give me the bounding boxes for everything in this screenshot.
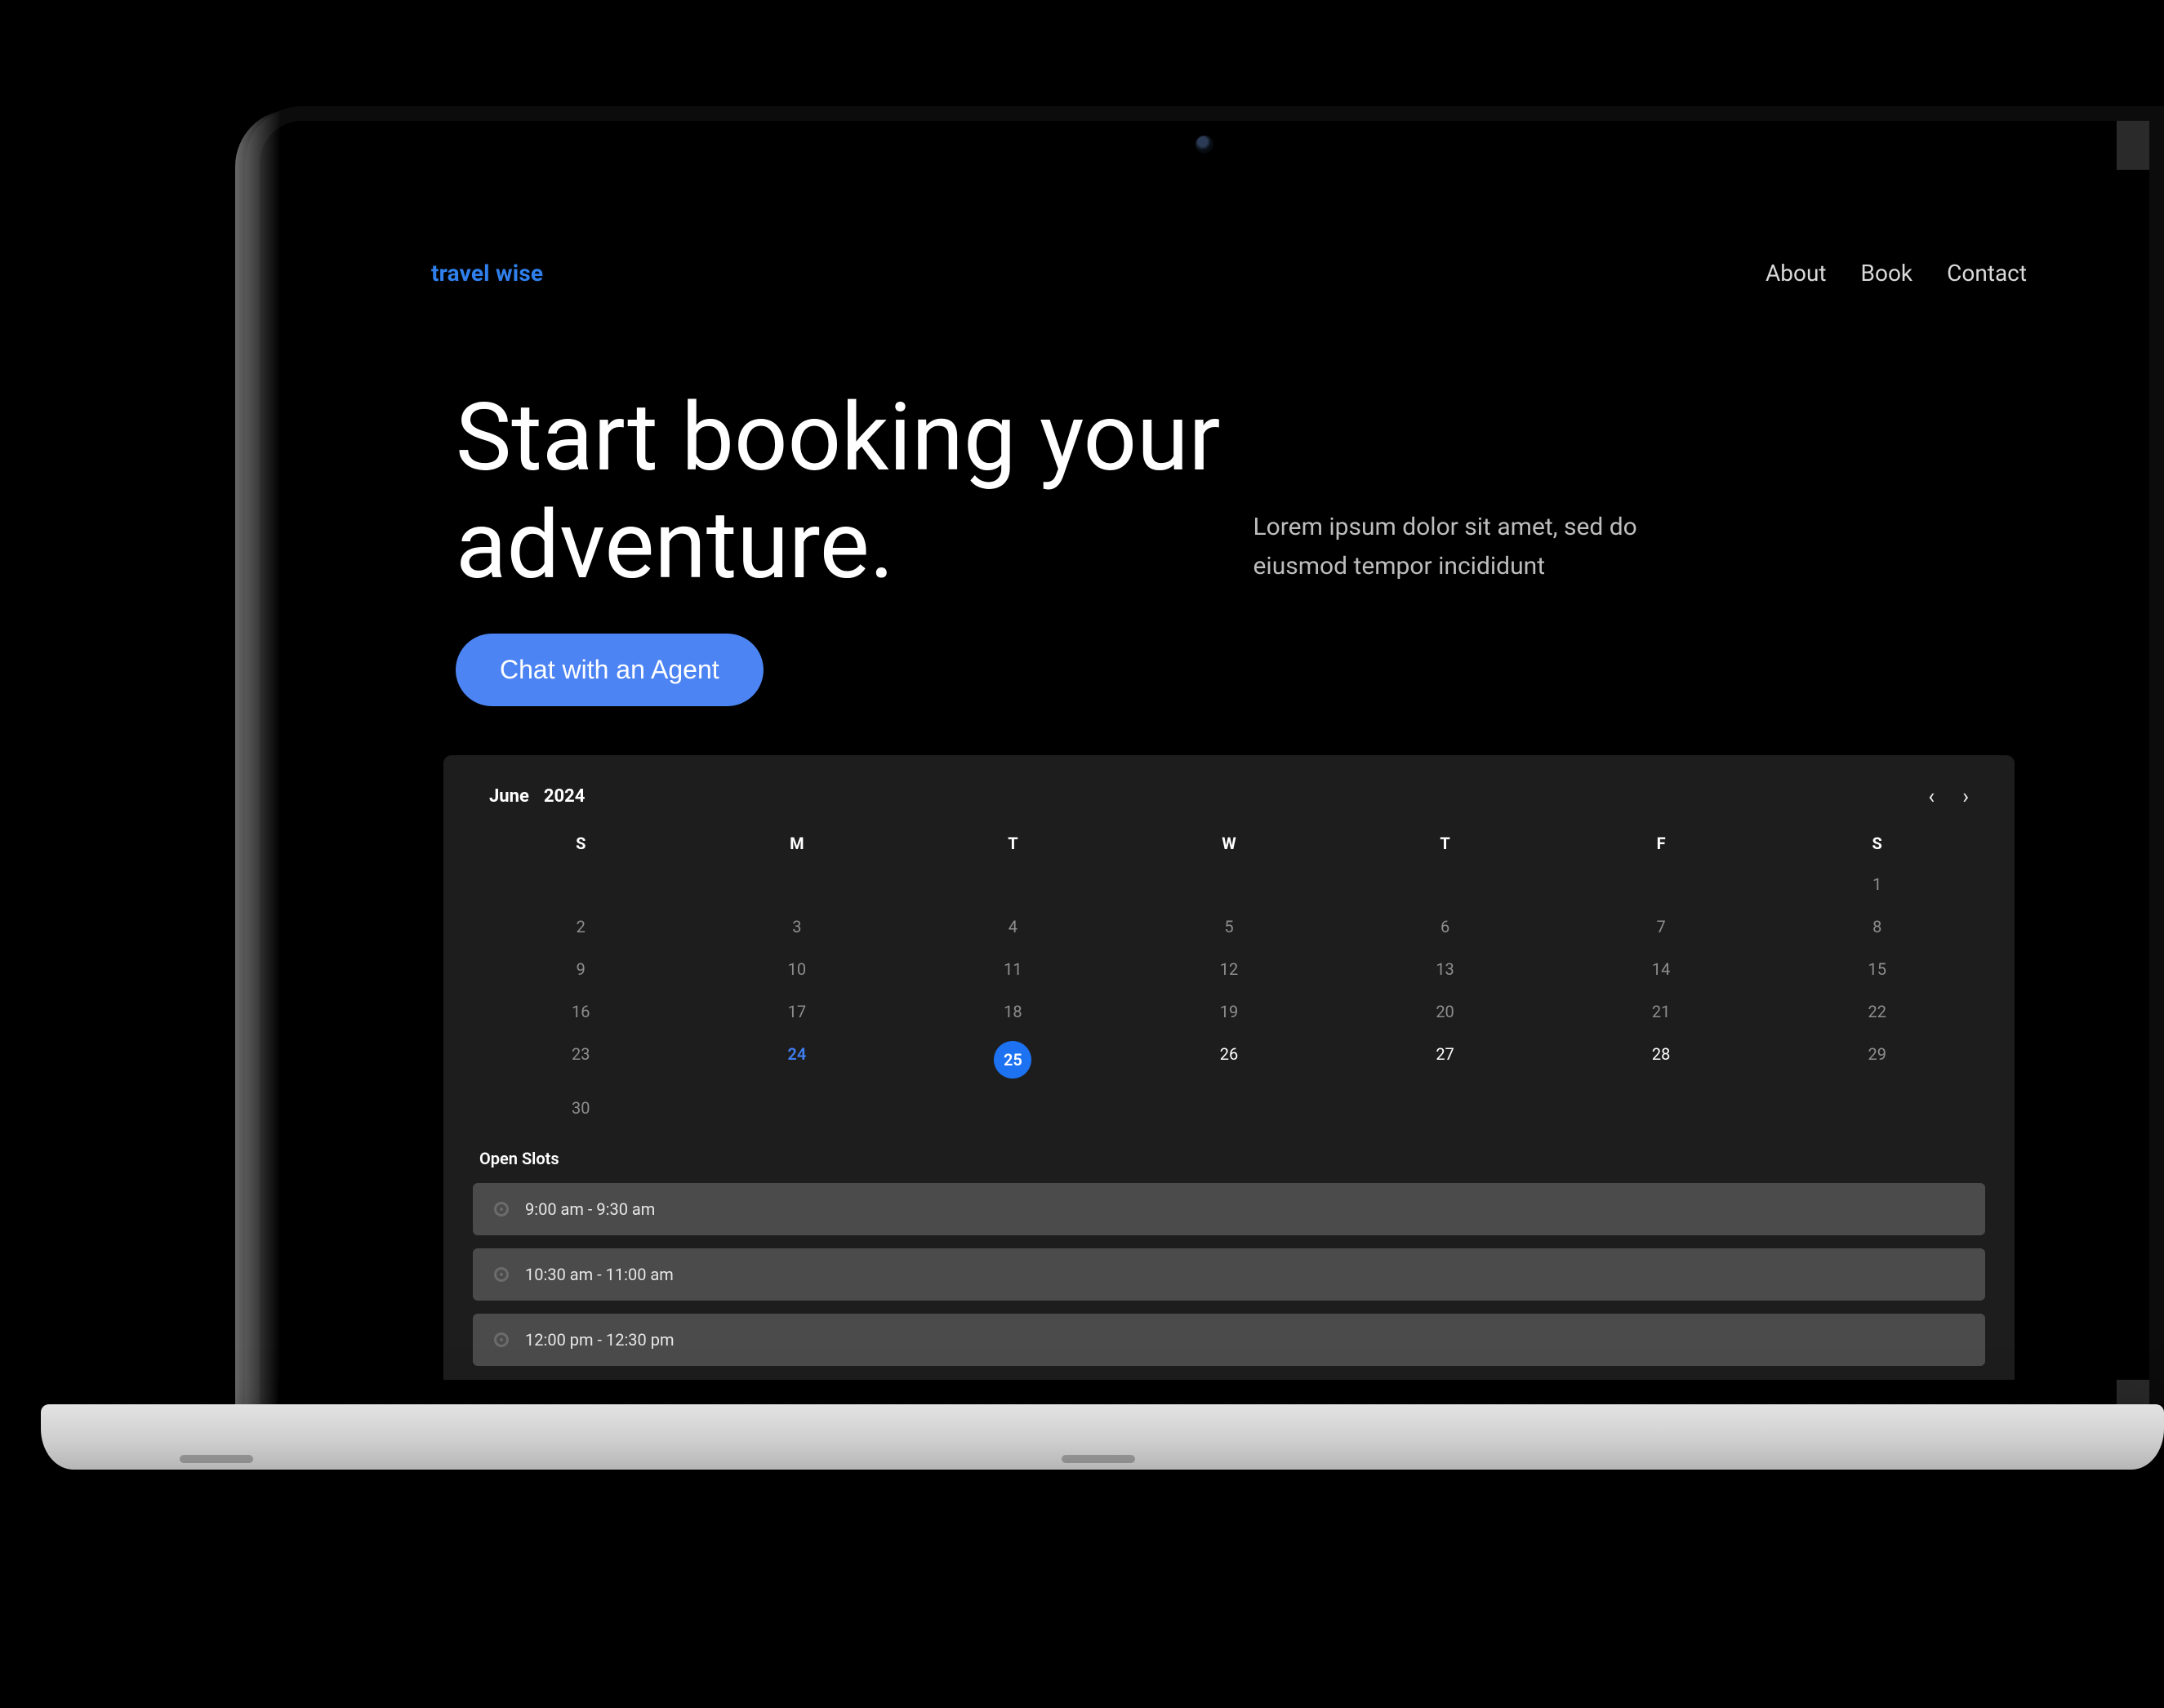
- screen: travel wise About Book Contact Start boo…: [309, 170, 2149, 1380]
- hero-title-line2: adventure.: [456, 491, 894, 601]
- calendar-day-empty: [689, 866, 906, 902]
- calendar-day[interactable]: 28: [1553, 1036, 1770, 1083]
- calendar-day: 5: [1121, 909, 1338, 945]
- calendar-day: 19: [1121, 994, 1338, 1030]
- calendar-day-empty: [905, 866, 1121, 902]
- calendar-dow: M: [689, 834, 906, 853]
- calendar-week-row: 2324 25 26272829: [473, 1036, 1985, 1083]
- radio-icon: [494, 1332, 509, 1347]
- calendar-day: 6: [1337, 909, 1553, 945]
- calendar-dow: F: [1553, 834, 1770, 853]
- brand-logo[interactable]: travel wise: [431, 260, 543, 287]
- calendar-week-row: 16171819202122: [473, 994, 1985, 1030]
- time-slot[interactable]: 10:30 am - 11:00 am: [473, 1248, 1985, 1301]
- calendar-day-empty: [1121, 1090, 1338, 1126]
- calendar-week-row: 30: [473, 1090, 1985, 1126]
- calendar-day: 29: [1769, 1036, 1985, 1083]
- radio-icon: [494, 1267, 509, 1282]
- calendar-dow: S: [1769, 834, 1985, 853]
- laptop-foot: [180, 1455, 253, 1463]
- chat-agent-button[interactable]: Chat with an Agent: [456, 634, 764, 706]
- calendar-year: 2024: [544, 786, 586, 807]
- calendar-day-empty: [1337, 1090, 1553, 1126]
- hero-title: Start booking your adventure.: [456, 385, 1221, 601]
- time-slot[interactable]: 9:00 am - 9:30 am: [473, 1183, 1985, 1235]
- calendar-grid: 1234567891011121314151617181920212223242…: [473, 866, 1985, 1126]
- laptop-lid: travel wise About Book Contact Start boo…: [245, 106, 2164, 1404]
- time-slot-label: 9:00 am - 9:30 am: [525, 1199, 655, 1219]
- calendar-day-empty: [1121, 866, 1338, 902]
- calendar-day-empty: [689, 1090, 906, 1126]
- calendar-day-label: 25: [994, 1041, 1031, 1079]
- time-slot-label: 12:00 pm - 12:30 pm: [525, 1330, 675, 1350]
- nav-contact[interactable]: Contact: [1947, 260, 2027, 287]
- calendar-day[interactable]: 26: [1121, 1036, 1338, 1083]
- calendar-day: 18: [905, 994, 1121, 1030]
- time-slot-label: 10:30 am - 11:00 am: [525, 1265, 674, 1284]
- calendar-month: June: [489, 786, 529, 807]
- time-slot[interactable]: 12:00 pm - 12:30 pm: [473, 1314, 1985, 1366]
- nav-book[interactable]: Book: [1861, 260, 1913, 287]
- calendar-day: 11: [905, 951, 1121, 987]
- nav-about[interactable]: About: [1765, 260, 1827, 287]
- calendar-day: 10: [689, 951, 906, 987]
- webcam-icon: [1196, 136, 1213, 153]
- calendar-week-row: 9101112131415: [473, 951, 1985, 987]
- calendar-day: 13: [1337, 951, 1553, 987]
- calendar-day: 22: [1769, 994, 1985, 1030]
- hero-subtitle: Lorem ipsum dolor sit amet, sed do eiusm…: [1253, 508, 1678, 601]
- calendar-day: 14: [1553, 951, 1770, 987]
- calendar-dow: W: [1121, 834, 1338, 853]
- calendar-day: 20: [1337, 994, 1553, 1030]
- calendar-month-year: June 2024: [489, 786, 585, 807]
- calendar-day: 7: [1553, 909, 1770, 945]
- calendar-day: 17: [689, 994, 906, 1030]
- booking-panel: June 2024 ‹ › SMTWTFS 123456789101112131…: [443, 755, 2015, 1381]
- calendar-day: 2: [473, 909, 689, 945]
- calendar-day[interactable]: 27: [1337, 1036, 1553, 1083]
- calendar-day: 16: [473, 994, 689, 1030]
- calendar-day: 9: [473, 951, 689, 987]
- top-bar: travel wise About Book Contact: [431, 260, 2027, 287]
- calendar-week-row: 2345678: [473, 909, 1985, 945]
- calendar-day-empty: [473, 866, 689, 902]
- calendar-day: 1: [1769, 866, 1985, 902]
- hero-section: Start booking your adventure. Lorem ipsu…: [456, 385, 2027, 706]
- calendar-day: 23: [473, 1036, 689, 1083]
- calendar-day: 12: [1121, 951, 1338, 987]
- calendar-day: 8: [1769, 909, 1985, 945]
- calendar-prev-icon[interactable]: ‹: [1928, 785, 1935, 809]
- calendar-day-empty: [1337, 866, 1553, 902]
- calendar-day-empty: [1769, 1090, 1985, 1126]
- calendar-next-icon[interactable]: ›: [1962, 785, 1969, 809]
- calendar-dow: S: [473, 834, 689, 853]
- calendar-day: 3: [689, 909, 906, 945]
- calendar-day-empty: [905, 1090, 1121, 1126]
- laptop-foot: [1062, 1455, 1135, 1463]
- primary-nav: About Book Contact: [1765, 260, 2027, 287]
- calendar-day-empty: [1553, 866, 1770, 902]
- calendar-day-selected[interactable]: 25: [905, 1036, 1121, 1083]
- calendar-day[interactable]: 24: [689, 1036, 906, 1083]
- calendar-dow: T: [1337, 834, 1553, 853]
- open-slots-title: Open Slots: [479, 1149, 1985, 1168]
- calendar-day: 21: [1553, 994, 1770, 1030]
- laptop-base: [41, 1404, 2164, 1470]
- calendar-dow-row: SMTWTFS: [473, 834, 1985, 853]
- calendar-day: 15: [1769, 951, 1985, 987]
- open-slots-list: 9:00 am - 9:30 am 10:30 am - 11:00 am 12:0…: [473, 1183, 1985, 1366]
- calendar-day: 4: [905, 909, 1121, 945]
- calendar-week-row: 1: [473, 866, 1985, 902]
- hero-title-line1: Start booking your: [456, 383, 1221, 493]
- radio-icon: [494, 1202, 509, 1217]
- calendar-day: 30: [473, 1090, 689, 1126]
- calendar-day-empty: [1553, 1090, 1770, 1126]
- calendar-dow: T: [905, 834, 1121, 853]
